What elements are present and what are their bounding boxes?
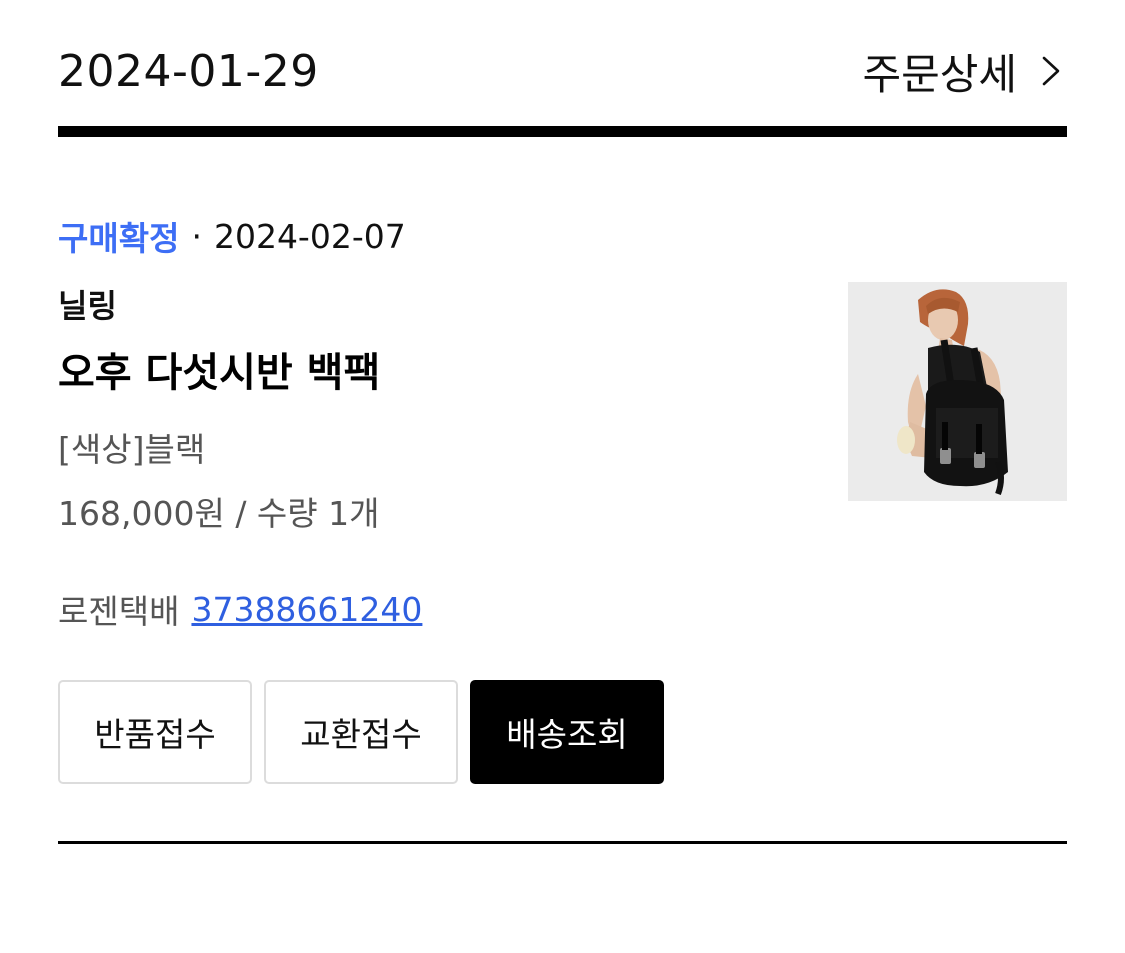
order-status: 구매확정 — [58, 219, 180, 258]
exchange-request-button[interactable]: 교환접수 — [264, 680, 458, 784]
track-delivery-button[interactable]: 배송조회 — [470, 680, 664, 784]
chevron-right-icon — [1042, 56, 1060, 86]
order-detail-link[interactable]: 주문상세 — [862, 41, 1067, 102]
shipping-info: 로젠택배 37388661240 — [58, 585, 422, 633]
order-status-line: 구매확정 · 2024-02-07 — [58, 214, 406, 259]
tracking-number-link[interactable]: 37388661240 — [191, 590, 422, 629]
carrier-name: 로젠택배 — [58, 592, 180, 631]
product-thumbnail[interactable] — [848, 282, 1067, 501]
order-date: 2024-01-29 — [58, 45, 319, 97]
status-separator: · — [191, 216, 202, 256]
price-quantity: 168,000원 / 수량 1개 — [58, 494, 380, 533]
order-header: 2024-01-29 주문상세 — [58, 40, 1067, 102]
return-request-button[interactable]: 반품접수 — [58, 680, 252, 784]
product-option: [색상]블랙 — [58, 430, 206, 469]
product-name[interactable]: 오후 다섯시반 백팩 — [58, 340, 380, 398]
status-date: 2024-02-07 — [213, 216, 406, 256]
section-divider — [58, 841, 1067, 844]
order-detail-label: 주문상세 — [862, 49, 1017, 99]
product-photo — [848, 282, 1067, 501]
header-divider — [58, 126, 1067, 137]
brand-name: 닐링 — [58, 287, 117, 325]
